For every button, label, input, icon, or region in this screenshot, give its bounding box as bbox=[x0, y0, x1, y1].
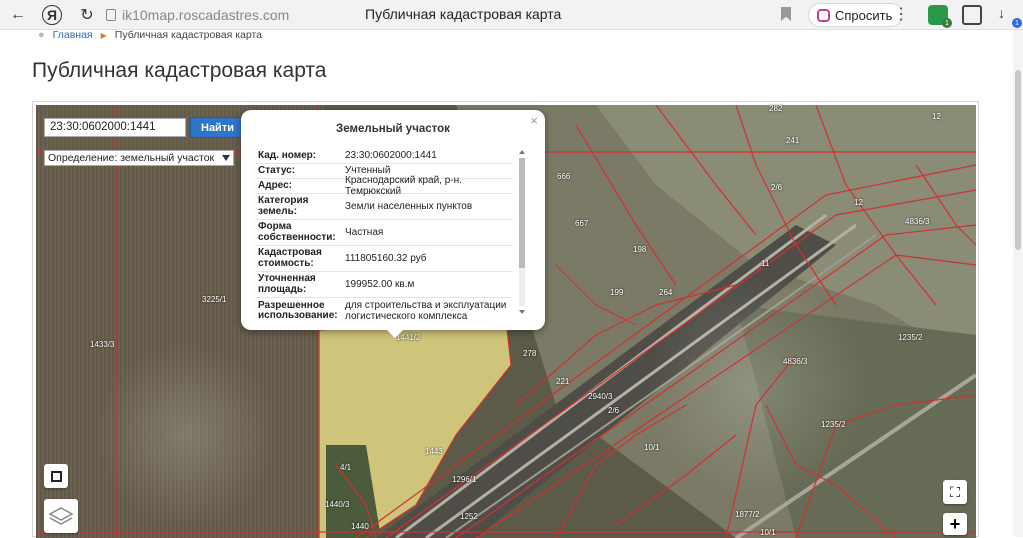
layers-icon bbox=[48, 507, 74, 525]
table-row: Кад. номер: 23:30:0602000:1441 bbox=[255, 149, 513, 164]
parcel-label: 1443 bbox=[425, 447, 443, 456]
parcel-label: 2/6 bbox=[608, 406, 620, 415]
parcel-label: 278 bbox=[523, 349, 537, 358]
definition-select[interactable]: Определение: земельный участок bbox=[44, 150, 234, 166]
breadcrumb: ● Главная ▶ Публичная кадастровая карта bbox=[38, 29, 262, 41]
parcel-label: 12 bbox=[854, 198, 863, 207]
parcel-label: 11 bbox=[761, 259, 770, 268]
row-value: Краснодарский край, р-н. Темрюкский bbox=[345, 174, 462, 198]
row-key: Кадастровая стоимость: bbox=[258, 247, 322, 269]
address-bar[interactable]: ik10map.roscadastres.com bbox=[106, 5, 289, 25]
page-scrollbar[interactable] bbox=[1013, 30, 1023, 537]
row-value: для строительства и эксплуатации логисти… bbox=[345, 299, 507, 320]
scrollbar-thumb[interactable] bbox=[1015, 70, 1021, 250]
row-key: Уточненная площадь: bbox=[258, 273, 316, 295]
ext3-badge: 1 bbox=[1012, 18, 1022, 28]
row-value: Земли населенных пунктов bbox=[345, 200, 473, 212]
chevron-down-icon bbox=[222, 155, 230, 161]
cadastral-search-input[interactable]: 23:30:0602000:1441 bbox=[44, 118, 186, 137]
table-row: Разрешенное использование: для строительс… bbox=[255, 298, 513, 320]
table-row: Уточненная площадь: 199952.00 кв.м bbox=[255, 272, 513, 298]
parcel-label: 2940/3 bbox=[588, 392, 613, 401]
square-icon bbox=[50, 470, 62, 482]
parcel-label: 10/1 bbox=[644, 443, 660, 452]
extension-shield-icon[interactable]: 1 bbox=[928, 5, 952, 28]
plus-icon: + bbox=[949, 513, 961, 534]
parcel-label: 10/1 bbox=[760, 528, 776, 537]
ask-icon bbox=[817, 9, 830, 22]
parcel-label: 198 bbox=[633, 245, 647, 254]
parcel-label: 12 bbox=[932, 112, 941, 121]
row-value: Частная bbox=[345, 226, 384, 238]
parcel-label: 1440 bbox=[351, 522, 369, 531]
parcel-label: 1235/2 bbox=[898, 333, 923, 342]
row-key: Статус: bbox=[258, 164, 296, 176]
parcel-label: 241 bbox=[786, 136, 800, 145]
row-key: Кад. номер: bbox=[258, 149, 317, 161]
parcel-label: 667 bbox=[575, 219, 589, 228]
row-key: Разрешенное использование: bbox=[258, 299, 338, 319]
popup-pointer bbox=[385, 328, 405, 338]
row-value: 111805160.32 руб bbox=[345, 252, 427, 264]
ask-label: Спросить bbox=[835, 7, 893, 23]
menu-dots-icon[interactable]: ⋮ bbox=[893, 4, 909, 24]
breadcrumb-current: Публичная кадастровая карта bbox=[114, 29, 263, 41]
parcel-label: 1252 bbox=[460, 512, 478, 521]
popup-details-table: Кад. номер: 23:30:0602000:1441 Статус: Учт… bbox=[255, 149, 513, 319]
browser-toolbar: ← Я ↻ ik10map.roscadastres.com Публичная… bbox=[0, 0, 1023, 30]
tab-title: Публичная кадастровая карта bbox=[365, 6, 562, 22]
yandex-icon[interactable]: Я bbox=[42, 5, 62, 25]
breadcrumb-home-link[interactable]: Главная bbox=[53, 29, 93, 41]
reload-icon[interactable]: ↻ bbox=[76, 4, 98, 26]
parcel-label: 666 bbox=[557, 172, 571, 181]
parcel-label: 1296/1 bbox=[452, 475, 477, 484]
lock-icon bbox=[106, 9, 116, 21]
find-button[interactable]: Найти bbox=[190, 117, 245, 138]
table-row: Форма собственности: Частная bbox=[255, 220, 513, 246]
parcel-label: 1235/2 bbox=[821, 420, 846, 429]
parcel-label: 1877/2 bbox=[735, 510, 760, 519]
extension-icon[interactable] bbox=[962, 5, 982, 25]
parcel-label: 2/6 bbox=[771, 183, 783, 192]
draw-area-button[interactable] bbox=[44, 464, 68, 488]
parcel-info-popup: × Земельный участок Кад. номер: 23:30:060… bbox=[241, 110, 545, 330]
breadcrumb-arrow-icon: ▶ bbox=[100, 30, 107, 40]
url-host: ik10map.roscadastres.com bbox=[122, 7, 290, 23]
table-row: Кадастровая стоимость: 111805160.32 руб bbox=[255, 246, 513, 272]
fullscreen-button[interactable]: ⛶ bbox=[943, 480, 967, 504]
parcel-label: 4/1 bbox=[340, 463, 352, 472]
table-row: Адрес: Краснодарский край, р-н. Темрюкски… bbox=[255, 175, 513, 197]
zoom-in-button[interactable]: + bbox=[943, 513, 967, 535]
parcel-label: 221 bbox=[556, 377, 570, 386]
parcel-label: 4836/3 bbox=[783, 357, 808, 366]
row-value: 23:30:0602000:1441 bbox=[345, 150, 437, 162]
popup-title: Земельный участок bbox=[336, 123, 450, 135]
page-title: Публичная кадастровая карта bbox=[32, 59, 327, 82]
row-key: Форма собственности: bbox=[258, 221, 336, 243]
parcel-label: 1440/3 bbox=[325, 500, 350, 509]
parcel-label: 264 bbox=[659, 288, 673, 297]
popup-scrollbar[interactable] bbox=[518, 148, 526, 316]
scroll-up-icon[interactable] bbox=[519, 150, 525, 154]
scroll-thumb[interactable] bbox=[519, 158, 525, 268]
parcel-label: 1433/3 bbox=[90, 340, 115, 349]
row-key: Категория земель: bbox=[258, 195, 309, 217]
row-value: 199952.00 кв.м bbox=[345, 278, 415, 290]
download-icon[interactable]: ↓ 1 bbox=[998, 5, 1022, 28]
parcel-label: 282 bbox=[769, 104, 783, 113]
definition-select-value: Определение: земельный участок bbox=[48, 152, 215, 164]
location-pin-icon: ● bbox=[38, 29, 45, 41]
parcel-label: 4836/3 bbox=[905, 217, 930, 226]
ext1-badge: 1 bbox=[942, 18, 952, 28]
back-icon[interactable]: ← bbox=[7, 4, 29, 26]
scroll-down-icon[interactable] bbox=[519, 310, 525, 314]
row-key: Адрес: bbox=[258, 179, 292, 191]
fullscreen-icon: ⛶ bbox=[950, 483, 960, 500]
bookmark-icon[interactable] bbox=[781, 7, 791, 21]
layers-button[interactable] bbox=[44, 499, 78, 533]
parcel-label: 199 bbox=[610, 288, 624, 297]
parcel-label: 3225/1 bbox=[202, 295, 227, 304]
ask-button[interactable]: Спросить bbox=[808, 3, 904, 27]
